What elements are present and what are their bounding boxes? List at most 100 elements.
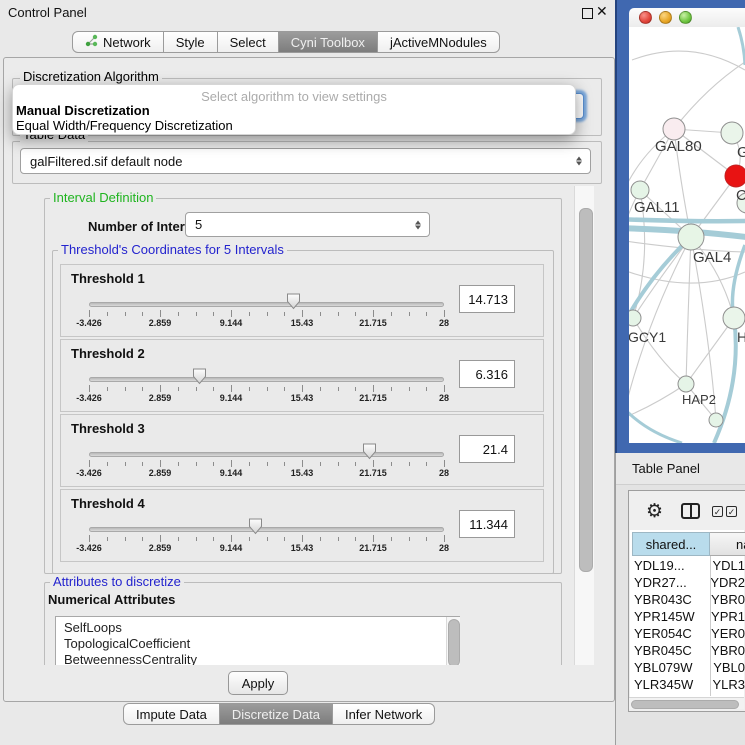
apply-button[interactable]: Apply [228, 671, 288, 695]
attribute-item-selfloops[interactable]: SelfLoops [56, 620, 459, 636]
table-row-ybl079w[interactable]: YBL079WYBL0 [632, 660, 745, 677]
cell-shared-name: YBL079W [632, 660, 706, 677]
attribute-item-topologicalcoefficient[interactable]: TopologicalCoefficient [56, 636, 459, 652]
settings-scrollbar-thumb[interactable] [579, 208, 593, 572]
table-hscrollbar-thumb[interactable] [631, 700, 739, 709]
cell-shared-name: YIL052C [632, 694, 710, 696]
cell-shared-name: YDL19... [632, 558, 705, 575]
cell-shared-name: YPR145W [632, 609, 704, 626]
threshold-label: Threshold 3 [71, 421, 145, 436]
column-header-name[interactable]: na [710, 532, 745, 556]
slider-track[interactable] [89, 527, 444, 532]
numerical-attributes-list[interactable]: SelfLoopsTopologicalCoefficientBetweenne… [55, 616, 460, 665]
slider-tick [125, 312, 126, 316]
tab-select[interactable]: Select [218, 31, 279, 53]
slider-tick [426, 537, 427, 541]
slider-track[interactable] [89, 452, 444, 457]
slider-thumb[interactable] [362, 443, 377, 460]
tab-jactivemnodules[interactable]: jActiveMNodules [378, 31, 500, 53]
slider-tick [231, 535, 232, 542]
slider-tick [267, 312, 268, 316]
slider-scale-label: 28 [422, 543, 466, 553]
slider-thumb[interactable] [286, 293, 301, 310]
network-node[interactable] [709, 413, 723, 427]
attribute-item-betweennesscentrality[interactable]: BetweennessCentrality [56, 652, 459, 665]
checkbox-checked-icon[interactable]: ✓ [726, 506, 737, 517]
table-row-yil052c[interactable]: YIL052CYIL0 [632, 694, 745, 696]
slider-tick [160, 310, 161, 317]
minimize-traffic-light-icon[interactable] [659, 11, 672, 24]
popup-option-manual-discretization[interactable]: Manual Discretization [16, 103, 150, 118]
settings-scrollbar[interactable] [574, 186, 594, 665]
threshold-label: Threshold 4 [71, 496, 145, 511]
network-node-gal4[interactable] [678, 224, 704, 250]
tab-infer-network[interactable]: Infer Network [333, 703, 435, 725]
table-hscrollbar[interactable] [629, 697, 744, 709]
network-edge [633, 318, 686, 384]
slider-tick [196, 312, 197, 316]
table-row-ydl19[interactable]: YDL19...YDL1 [632, 558, 745, 575]
table-row-ydr27[interactable]: YDR27...YDR2 [632, 575, 745, 592]
close-icon[interactable]: ✕ [596, 3, 608, 20]
slider-tick [213, 387, 214, 391]
table-data-value: galFiltered.sif default node [30, 154, 182, 169]
table-data-combobox[interactable]: galFiltered.sif default node [20, 148, 591, 174]
slider-tick [107, 537, 108, 541]
table-row-yer054c[interactable]: YER054CYER0 [632, 626, 745, 643]
zoom-traffic-light-icon[interactable] [679, 11, 692, 24]
split-columns-icon[interactable] [681, 503, 700, 519]
attributes-list-scrollbar[interactable] [446, 617, 460, 665]
popup-option-equal-width-frequency[interactable]: Equal Width/Frequency Discretization [16, 118, 233, 133]
column-header-shared-name[interactable]: shared... [632, 532, 710, 556]
slider-thumb[interactable] [192, 368, 207, 385]
slider-tick [284, 462, 285, 466]
slider-tick [125, 387, 126, 391]
network-node-hap2[interactable] [678, 376, 694, 392]
slider-tick [373, 385, 374, 392]
slider-tick [107, 387, 108, 391]
network-node-gcy1[interactable] [629, 310, 641, 326]
tab-style[interactable]: Style [164, 31, 218, 53]
network-node-g[interactable] [721, 122, 743, 144]
num-intervals-combobox[interactable]: 5 [185, 212, 430, 237]
tab-cyni-toolbox[interactable]: Cyni Toolbox [279, 31, 378, 53]
slider-scale-label: 9.144 [209, 468, 253, 478]
num-intervals-value: 5 [195, 217, 202, 232]
threshold-panel-3: Threshold 3-3.4262.8599.14415.4321.71528… [60, 414, 544, 487]
threshold-value-field[interactable]: 6.316 [459, 360, 515, 388]
network-canvas[interactable]: GAL80GCGAL11GAL4GCY1HHAP2 [629, 27, 745, 443]
checkbox-checked-icon[interactable]: ✓ [712, 506, 723, 517]
gear-icon[interactable]: ⚙ [646, 500, 663, 522]
slider-tick [213, 462, 214, 466]
screen: Control Panel ✕ NetworkStyleSelectCyni T… [0, 0, 745, 745]
tab-impute-data[interactable]: Impute Data [123, 703, 220, 725]
network-node-h[interactable] [723, 307, 745, 329]
slider-track[interactable] [89, 302, 444, 307]
slider-tick [355, 537, 356, 541]
float-window-icon[interactable] [582, 8, 593, 19]
slider-scale-label: 28 [422, 468, 466, 478]
network-edge [632, 51, 745, 70]
table-row-ybr045c[interactable]: YBR045CYBR0 [632, 643, 745, 660]
slider-tick [89, 535, 90, 542]
tab-discretize-data[interactable]: Discretize Data [220, 703, 333, 725]
threshold-value-field[interactable]: 11.344 [459, 510, 515, 538]
threshold-value-field[interactable]: 21.4 [459, 435, 515, 463]
slider-track[interactable] [89, 377, 444, 382]
table-row-ybr043c[interactable]: YBR043CYBR0 [632, 592, 745, 609]
network-node-c[interactable] [725, 165, 745, 187]
tab-network[interactable]: Network [72, 31, 164, 53]
cell-name: YDL1 [705, 558, 745, 575]
attributes-scrollbar-thumb[interactable] [448, 619, 460, 665]
table-row-ylr345w[interactable]: YLR345WYLR3 [632, 677, 745, 694]
threshold-value-field[interactable]: 14.713 [459, 285, 515, 313]
network-node-gal80[interactable] [663, 118, 685, 140]
slider-tick [338, 462, 339, 466]
slider-thumb[interactable] [248, 518, 263, 535]
slider-tick [373, 310, 374, 317]
network-node-gal11[interactable] [631, 181, 649, 199]
close-traffic-light-icon[interactable] [639, 11, 652, 24]
table-row-ypr145w[interactable]: YPR145WYPR1 [632, 609, 745, 626]
cell-shared-name: YBR045C [632, 643, 704, 660]
slider-scale-label: -3.426 [67, 318, 111, 328]
